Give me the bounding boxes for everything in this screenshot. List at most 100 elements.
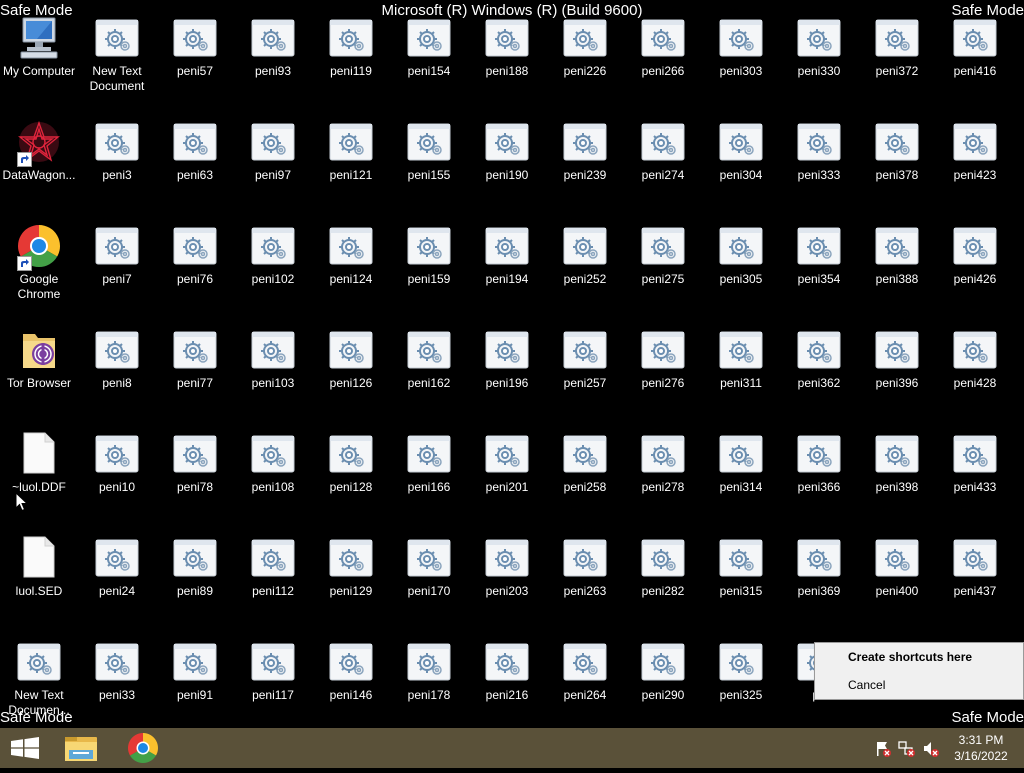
desktop-icon-peni216[interactable]: peni216 — [468, 630, 546, 730]
desktop-icon-peni276[interactable]: peni276 — [624, 318, 702, 418]
desktop-icon-peni416[interactable]: peni416 — [936, 6, 1014, 106]
desktop-icon-peni77[interactable]: peni77 — [156, 318, 234, 418]
desktop-icon-peni263[interactable]: peni263 — [546, 526, 624, 626]
desktop-icon-peni378[interactable]: peni378 — [858, 110, 936, 210]
menu-item-create-shortcuts[interactable]: Create shortcuts here — [817, 646, 1021, 668]
desktop-icon-peni278[interactable]: peni278 — [624, 422, 702, 522]
application-gear-icon — [563, 435, 607, 473]
desktop-icon-peni203[interactable]: peni203 — [468, 526, 546, 626]
desktop-icon-peni366[interactable]: peni366 — [780, 422, 858, 522]
desktop-icon-peni128[interactable]: peni128 — [312, 422, 390, 522]
volume-muted-icon[interactable] — [922, 740, 940, 758]
desktop-icon-peni124[interactable]: peni124 — [312, 214, 390, 314]
menu-item-cancel[interactable]: Cancel — [817, 674, 1021, 696]
desktop-icon-peni170[interactable]: peni170 — [390, 526, 468, 626]
desktop-icon-peni91[interactable]: peni91 — [156, 630, 234, 730]
desktop[interactable]: My Computer DataWagon... Google Chrome T… — [0, 0, 1024, 728]
desktop-icon-peni252[interactable]: peni252 — [546, 214, 624, 314]
desktop-icon-peni426[interactable]: peni426 — [936, 214, 1014, 314]
desktop-icon-peni121[interactable]: peni121 — [312, 110, 390, 210]
desktop-icon-peni194[interactable]: peni194 — [468, 214, 546, 314]
desktop-icon-peni354[interactable]: peni354 — [780, 214, 858, 314]
desktop-icon-peni372[interactable]: peni372 — [858, 6, 936, 106]
desktop-icon-peni103[interactable]: peni103 — [234, 318, 312, 418]
start-button[interactable] — [0, 728, 50, 768]
desktop-icon-peni333[interactable]: peni333 — [780, 110, 858, 210]
desktop-icon-peni188[interactable]: peni188 — [468, 6, 546, 106]
desktop-icon-peni8[interactable]: peni8 — [78, 318, 156, 418]
chrome-taskbar-button[interactable] — [118, 728, 168, 768]
desktop-icon-peni398[interactable]: peni398 — [858, 422, 936, 522]
desktop-icon-peni226[interactable]: peni226 — [546, 6, 624, 106]
desktop-icon-peni315[interactable]: peni315 — [702, 526, 780, 626]
desktop-icon-peni119[interactable]: peni119 — [312, 6, 390, 106]
desktop-icon-peni196[interactable]: peni196 — [468, 318, 546, 418]
desktop-icon-peni162[interactable]: peni162 — [390, 318, 468, 418]
desktop-icon-peni33[interactable]: peni33 — [78, 630, 156, 730]
desktop-icon-peni93[interactable]: peni93 — [234, 6, 312, 106]
desktop-icon-peni24[interactable]: peni24 — [78, 526, 156, 626]
desktop-icon-peni63[interactable]: peni63 — [156, 110, 234, 210]
desktop-icon-peni7[interactable]: peni7 — [78, 214, 156, 314]
desktop-icon-peni129[interactable]: peni129 — [312, 526, 390, 626]
desktop-icon-peni3[interactable]: peni3 — [78, 110, 156, 210]
desktop-icon-peni400[interactable]: peni400 — [858, 526, 936, 626]
desktop-icon-luol-sed[interactable]: luol.SED — [0, 526, 78, 626]
desktop-icon-peni369[interactable]: peni369 — [780, 526, 858, 626]
desktop-icon-peni274[interactable]: peni274 — [624, 110, 702, 210]
file-explorer-button[interactable] — [56, 728, 106, 768]
desktop-icon-peni239[interactable]: peni239 — [546, 110, 624, 210]
desktop-icon-my-computer[interactable]: My Computer — [0, 6, 78, 106]
desktop-icon-peni78[interactable]: peni78 — [156, 422, 234, 522]
desktop-icon-peni290[interactable]: peni290 — [624, 630, 702, 730]
desktop-icon-peni126[interactable]: peni126 — [312, 318, 390, 418]
desktop-icon-peni89[interactable]: peni89 — [156, 526, 234, 626]
desktop-icon-peni154[interactable]: peni154 — [390, 6, 468, 106]
desktop-icon-peni423[interactable]: peni423 — [936, 110, 1014, 210]
desktop-icon-peni112[interactable]: peni112 — [234, 526, 312, 626]
desktop-icon-peni266[interactable]: peni266 — [624, 6, 702, 106]
desktop-icon-peni155[interactable]: peni155 — [390, 110, 468, 210]
desktop-icon-peni362[interactable]: peni362 — [780, 318, 858, 418]
desktop-icon-peni117[interactable]: peni117 — [234, 630, 312, 730]
desktop-icon-peni303[interactable]: peni303 — [702, 6, 780, 106]
system-clock[interactable]: 3:31 PM 3/16/2022 — [942, 732, 1020, 764]
desktop-icon-peni275[interactable]: peni275 — [624, 214, 702, 314]
action-center-flag-icon[interactable] — [874, 740, 892, 758]
desktop-icon-new-text-document[interactable]: New Text Document — [78, 6, 156, 106]
desktop-icon-peni437[interactable]: peni437 — [936, 526, 1014, 626]
desktop-icon-peni146[interactable]: peni146 — [312, 630, 390, 730]
desktop-icon-tor-browser[interactable]: Tor Browser — [0, 318, 78, 418]
desktop-icon-peni305[interactable]: peni305 — [702, 214, 780, 314]
desktop-icon-peni304[interactable]: peni304 — [702, 110, 780, 210]
desktop-icon-peni428[interactable]: peni428 — [936, 318, 1014, 418]
desktop-icon-google-chrome[interactable]: Google Chrome — [0, 214, 78, 314]
desktop-icon-peni201[interactable]: peni201 — [468, 422, 546, 522]
desktop-icon-peni388[interactable]: peni388 — [858, 214, 936, 314]
desktop-icon-peni108[interactable]: peni108 — [234, 422, 312, 522]
desktop-icon-peni102[interactable]: peni102 — [234, 214, 312, 314]
desktop-icon-peni97[interactable]: peni97 — [234, 110, 312, 210]
desktop-icon-peni325[interactable]: peni325 — [702, 630, 780, 730]
desktop-icon-peni258[interactable]: peni258 — [546, 422, 624, 522]
desktop-icon-peni330[interactable]: peni330 — [780, 6, 858, 106]
application-gear-icon — [953, 227, 997, 265]
desktop-icon-peni311[interactable]: peni311 — [702, 318, 780, 418]
desktop-icon-peni190[interactable]: peni190 — [468, 110, 546, 210]
desktop-icon-peni264[interactable]: peni264 — [546, 630, 624, 730]
desktop-icon-peni57[interactable]: peni57 — [156, 6, 234, 106]
desktop-icon-peni257[interactable]: peni257 — [546, 318, 624, 418]
desktop-icon-luol-ddf[interactable]: ~luol.DDF — [0, 422, 78, 522]
desktop-icon-peni159[interactable]: peni159 — [390, 214, 468, 314]
desktop-icon-peni314[interactable]: peni314 — [702, 422, 780, 522]
desktop-icon-peni10[interactable]: peni10 — [78, 422, 156, 522]
icon-container — [875, 328, 919, 372]
desktop-icon-peni76[interactable]: peni76 — [156, 214, 234, 314]
network-disconnected-icon[interactable] — [898, 740, 916, 758]
desktop-icon-peni433[interactable]: peni433 — [936, 422, 1014, 522]
desktop-icon-peni282[interactable]: peni282 — [624, 526, 702, 626]
desktop-icon-peni166[interactable]: peni166 — [390, 422, 468, 522]
desktop-icon-datawagon[interactable]: DataWagon... — [0, 110, 78, 210]
desktop-icon-peni178[interactable]: peni178 — [390, 630, 468, 730]
desktop-icon-peni396[interactable]: peni396 — [858, 318, 936, 418]
